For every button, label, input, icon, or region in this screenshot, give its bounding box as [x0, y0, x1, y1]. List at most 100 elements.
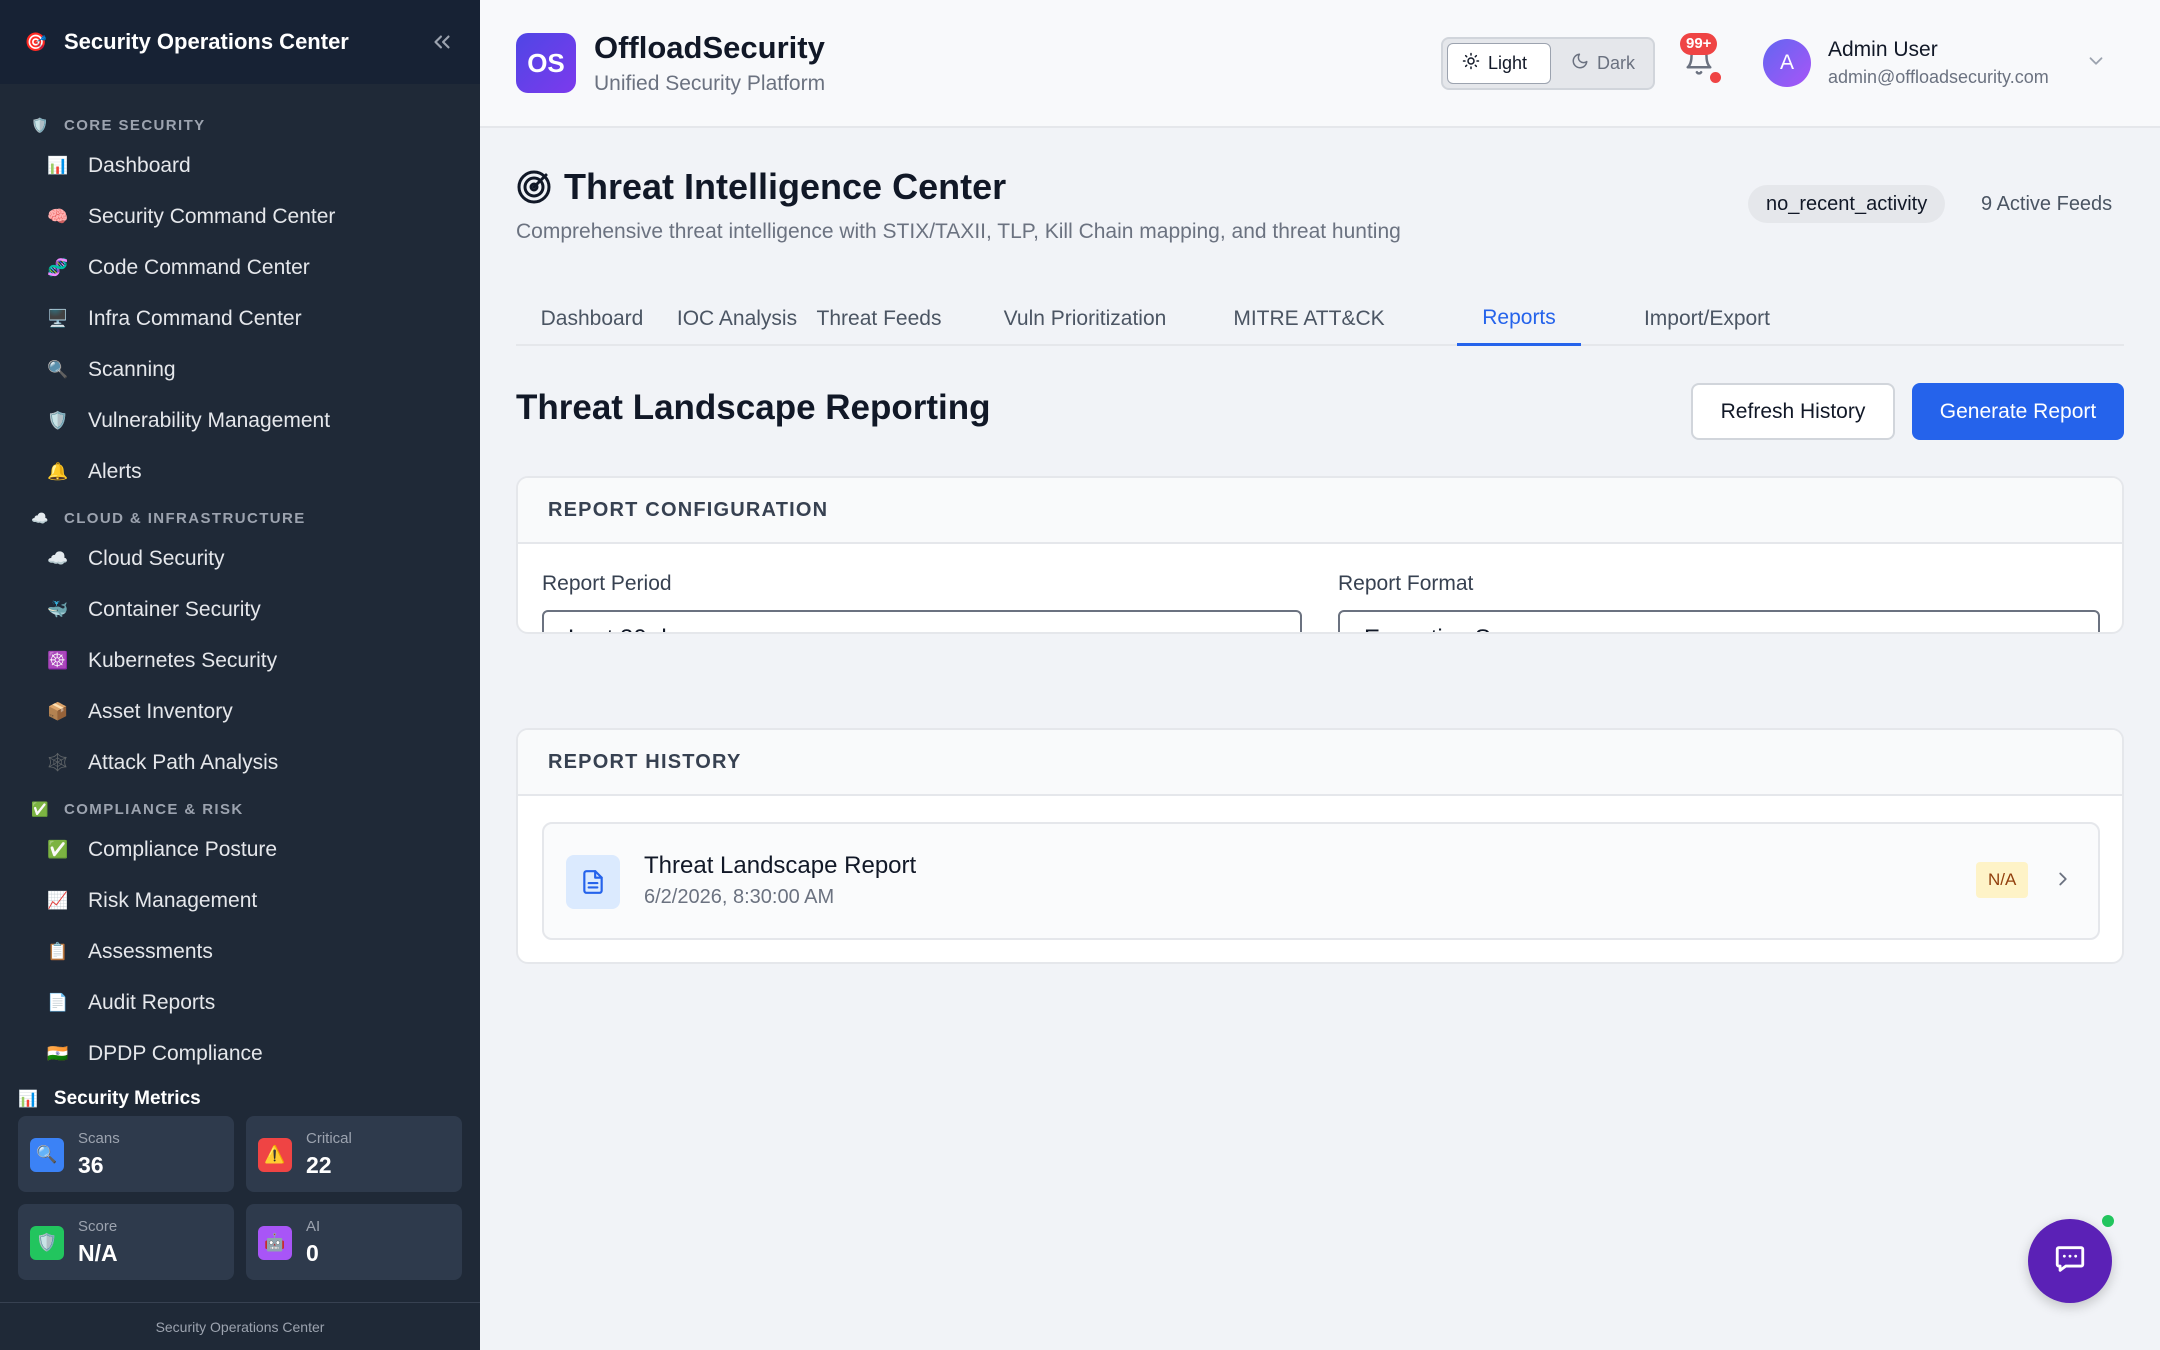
avatar[interactable]: A [1763, 39, 1811, 87]
activity-status-badge: no_recent_activity [1748, 185, 1946, 223]
main-content: Threat Intelligence Center Comprehensive… [480, 130, 2160, 1350]
sidebar-item[interactable]: ☸️ Kubernetes Security [0, 635, 480, 686]
sidebar-item[interactable]: 📈 Risk Management [0, 875, 480, 926]
sidebar-item[interactable]: 🧠 Security Command Center [0, 191, 480, 242]
sidebar-item[interactable]: 🔔 Alerts [0, 446, 480, 497]
sidebar-section: 🛡️ CORE SECURITY [0, 110, 480, 140]
nav-icon: 🕸️ [47, 752, 69, 772]
sidebar-item-label: Infra Command Center [88, 306, 302, 330]
report-history-card: REPORT HISTORY Threat Landscape Report 6… [516, 728, 2124, 964]
user-email: admin@offloadsecurity.com [1828, 67, 2049, 87]
nav-icon: 🐳 [47, 599, 69, 619]
chat-icon [2053, 1242, 2087, 1281]
metric-label: AI [306, 1218, 321, 1235]
chevron-down-icon [2066, 629, 2088, 632]
user-name[interactable]: Admin User [1828, 38, 1938, 62]
refresh-history-button[interactable]: Refresh History [1691, 383, 1895, 440]
brand-subtitle: Unified Security Platform [594, 72, 826, 95]
theme-light-label: Light [1488, 53, 1528, 73]
metric-label: Score [78, 1218, 118, 1235]
nav-icon: ✅ [47, 839, 69, 859]
metric-icon: 🤖 [258, 1226, 292, 1260]
report-history-item[interactable]: Threat Landscape Report 6/2/2026, 8:30:0… [542, 822, 2100, 940]
nav-icon: 🖥️ [47, 308, 69, 328]
report-date: 6/2/2026, 8:30:00 AM [644, 886, 835, 908]
nav-icon: 🔔 [47, 461, 69, 481]
sidebar-item-label: Attack Path Analysis [88, 750, 279, 774]
chart-icon: 📊 [18, 1091, 38, 1108]
report-format-value: Executive Summary [1364, 625, 1577, 632]
chevron-down-icon [1268, 629, 1290, 632]
report-format-label: Report Format [1338, 572, 1474, 595]
tab-dashboard[interactable]: Dashboard [516, 292, 668, 346]
collapse-sidebar-icon[interactable] [426, 26, 458, 58]
sidebar-item[interactable]: 📊 Dashboard [0, 140, 480, 191]
report-period-select[interactable]: Last 30 days [542, 610, 1302, 632]
sidebar-item-label: Compliance Posture [88, 837, 278, 861]
security-metrics-label: Security Metrics [53, 1088, 201, 1109]
report-period-value: Last 30 days [568, 625, 704, 632]
nav-icon: 📄 [47, 992, 69, 1012]
sidebar-item-label: Kubernetes Security [88, 648, 278, 672]
sidebar-item[interactable]: 📋 Assessments [0, 926, 480, 977]
metric-card[interactable]: 🤖 AI 0 [246, 1204, 462, 1280]
metric-value: N/A [78, 1240, 118, 1266]
sidebar-item-label: Container Security [88, 597, 261, 621]
metric-value: 0 [306, 1240, 319, 1266]
chevron-right-icon[interactable] [2052, 868, 2076, 892]
nav-icon: 📦 [47, 701, 69, 721]
metric-card[interactable]: 🔍 Scans 36 [18, 1116, 234, 1192]
sidebar-item[interactable]: 🕸️ Attack Path Analysis [0, 737, 480, 788]
tab-reports[interactable]: Reports [1457, 292, 1581, 346]
metric-card[interactable]: ⚠️ Critical 22 [246, 1116, 462, 1192]
report-period-label: Report Period [542, 572, 672, 595]
brand-logo[interactable]: OS [516, 33, 576, 93]
tab-import-export[interactable]: Import/Export [1626, 292, 1788, 346]
sidebar-item[interactable]: 📦 Asset Inventory [0, 686, 480, 737]
nav-icon: 📊 [47, 155, 69, 175]
sidebar-item[interactable]: 🇮🇳 DPDP Compliance [0, 1028, 480, 1074]
theme-light-button[interactable]: Light [1447, 43, 1551, 84]
radar-icon [516, 169, 552, 205]
tab-ioc-analysis[interactable]: IOC Analysis [664, 292, 810, 346]
sidebar-item-label: Dashboard [88, 153, 191, 177]
brand-name: OffloadSecurity [594, 30, 825, 65]
sidebar-item[interactable]: 🖥️ Infra Command Center [0, 293, 480, 344]
sidebar-header: 🎯 Security Operations Center [0, 0, 480, 84]
report-format-select[interactable]: Executive Summary [1338, 610, 2100, 632]
page-title-row: Threat Intelligence Center [516, 166, 1006, 208]
sidebar: 🎯 Security Operations Center 🛡️ CORE SECU… [0, 0, 480, 1350]
sidebar-item[interactable]: 🔍 Scanning [0, 344, 480, 395]
security-metrics: 📊 Security Metrics 🔍 Scans 36 ⚠️ Critical 22 🛡… [0, 1074, 480, 1304]
nav-icon: ☁️ [47, 548, 69, 568]
chat-button[interactable] [2028, 1219, 2112, 1303]
sidebar-item[interactable]: ✅ Compliance Posture [0, 824, 480, 875]
sidebar-item[interactable]: 🧬 Code Command Center [0, 242, 480, 293]
moon-icon [1571, 52, 1589, 75]
tab-threat-feeds[interactable]: Threat Feeds [802, 292, 956, 346]
report-history-header: REPORT HISTORY [518, 730, 2122, 796]
tab-bar: Dashboard IOC Analysis Threat Feeds Vuln Pr… [516, 292, 2124, 346]
report-configuration-header: REPORT CONFIGURATION [518, 478, 2122, 544]
chevron-down-icon[interactable] [2085, 50, 2109, 74]
generate-report-button[interactable]: Generate Report [1912, 383, 2124, 440]
metric-value: 36 [78, 1152, 104, 1178]
nav-icon: ☸️ [47, 650, 69, 670]
sidebar-item[interactable]: ☁️ Cloud Security [0, 533, 480, 584]
sidebar-item[interactable]: 📄 Audit Reports [0, 977, 480, 1028]
theme-dark-label: Dark [1597, 53, 1636, 73]
tab-vuln-prioritization[interactable]: Vuln Prioritization [976, 292, 1194, 346]
sidebar-section-label: COMPLIANCE & RISK [64, 800, 244, 818]
metric-icon: ⚠️ [258, 1138, 292, 1172]
sidebar-item[interactable]: 🛡️ Vulnerability Management [0, 395, 480, 446]
nav-icon: 📈 [47, 890, 69, 910]
tab-mitre-att-ck[interactable]: MITRE ATT&CK [1206, 292, 1412, 346]
nav-icon: 🛡️ [47, 410, 69, 430]
section-title: Threat Landscape Reporting [516, 388, 991, 427]
sidebar-item[interactable]: 🐳 Container Security [0, 584, 480, 635]
sidebar-item-label: Alerts [88, 459, 142, 483]
sidebar-section: ☁️ CLOUD & INFRASTRUCTURE [0, 503, 480, 533]
nav-icon: 📋 [47, 941, 69, 961]
metric-card[interactable]: 🛡️ Score N/A [18, 1204, 234, 1280]
theme-dark-button[interactable]: Dark [1563, 43, 1653, 84]
